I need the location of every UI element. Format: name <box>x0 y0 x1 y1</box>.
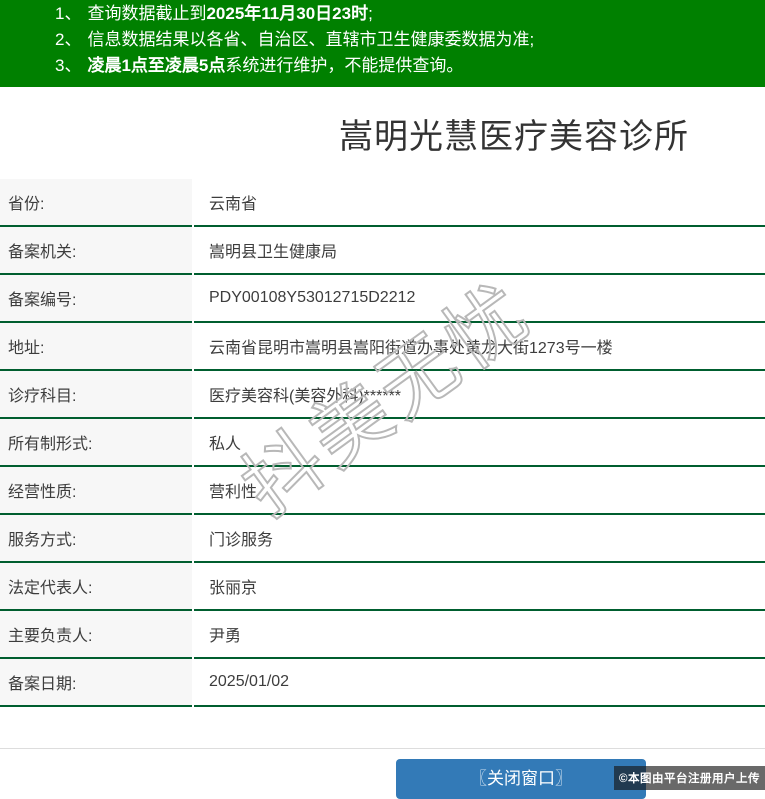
row-value: 云南省 <box>194 179 765 227</box>
notice-line-3: 3、凌晨1点至凌晨5点系统进行维护，不能提供查询。 <box>55 53 755 79</box>
table-row: 地址: 云南省昆明市嵩明县嵩阳街道办事处黄龙大街1273号一楼 <box>0 323 765 371</box>
notice-text: 查询数据截止到 <box>87 4 206 23</box>
notice-text: 系统进行维护，不能提供查询。 <box>225 56 463 75</box>
table-row: 法定代表人: 张丽京 <box>0 563 765 611</box>
row-label: 诊疗科目: <box>0 371 192 419</box>
table-row: 经营性质: 营利性 <box>0 467 765 515</box>
table-row: 诊疗科目: 医疗美容科(美容外科)****** <box>0 371 765 419</box>
row-value: PDY00108Y53012715D2212 <box>194 275 765 323</box>
table-row: 所有制形式: 私人 <box>0 419 765 467</box>
row-label: 备案机关: <box>0 227 192 275</box>
row-value: 云南省昆明市嵩明县嵩阳街道办事处黄龙大街1273号一楼 <box>194 323 765 371</box>
table-row: 服务方式: 门诊服务 <box>0 515 765 563</box>
title-section: 嵩明光慧医疗美容诊所 <box>0 87 765 179</box>
row-label: 备案编号: <box>0 275 192 323</box>
table-row: 备案机关: 嵩明县卫生健康局 <box>0 227 765 275</box>
row-value: 尹勇 <box>194 611 765 659</box>
notice-number: 1、 <box>55 4 81 23</box>
row-label: 省份: <box>0 179 192 227</box>
table-row: 省份: 云南省 <box>0 179 765 227</box>
row-label: 服务方式: <box>0 515 192 563</box>
notice-banner: 1、查询数据截止到2025年11月30日23时; 2、信息数据结果以各省、自治区… <box>0 0 765 87</box>
footer-divider <box>0 748 765 749</box>
row-value: 嵩明县卫生健康局 <box>194 227 765 275</box>
notice-line-2: 2、信息数据结果以各省、自治区、直辖市卫生健康委数据为准; <box>55 27 755 53</box>
notice-text: ; <box>368 4 373 23</box>
row-value: 门诊服务 <box>194 515 765 563</box>
notice-number: 3、 <box>55 56 81 75</box>
notice-text-bold: 2025年11月30日23时 <box>206 4 368 23</box>
table-row: 备案日期: 2025/01/02 <box>0 659 765 707</box>
table-row: 主要负责人: 尹勇 <box>0 611 765 659</box>
notice-number: 2、 <box>55 30 81 49</box>
row-label: 所有制形式: <box>0 419 192 467</box>
page-title: 嵩明光慧医疗美容诊所 <box>0 109 765 158</box>
close-window-button[interactable]: 〖关闭窗口〗 <box>396 759 646 799</box>
notice-text: 信息数据结果以各省、自治区、直辖市卫生健康委数据为准; <box>87 30 534 49</box>
upload-attribution-badge: ©本图由平台注册用户上传 <box>614 766 765 790</box>
row-value: 营利性 <box>194 467 765 515</box>
row-label: 地址: <box>0 323 192 371</box>
row-value: 医疗美容科(美容外科)****** <box>194 371 765 419</box>
row-value: 张丽京 <box>194 563 765 611</box>
notice-text-bold: 凌晨1点至凌晨5点 <box>87 56 225 75</box>
record-info-table: 省份: 云南省 备案机关: 嵩明县卫生健康局 备案编号: PDY00108Y53… <box>0 179 765 707</box>
row-label: 主要负责人: <box>0 611 192 659</box>
notice-line-1: 1、查询数据截止到2025年11月30日23时; <box>55 1 755 27</box>
row-value: 私人 <box>194 419 765 467</box>
row-label: 备案日期: <box>0 659 192 707</box>
row-value: 2025/01/02 <box>194 659 765 707</box>
table-row: 备案编号: PDY00108Y53012715D2212 <box>0 275 765 323</box>
row-label: 法定代表人: <box>0 563 192 611</box>
row-label: 经营性质: <box>0 467 192 515</box>
